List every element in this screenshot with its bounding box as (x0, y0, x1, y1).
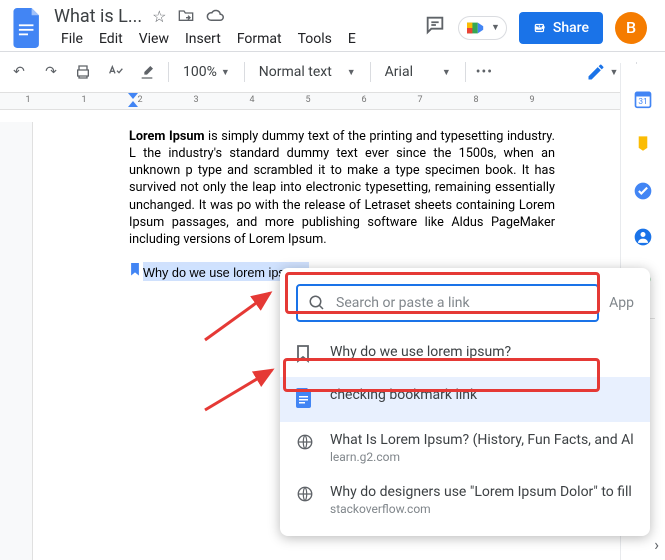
doc-title[interactable]: What is L... (54, 6, 142, 27)
svg-text:31: 31 (638, 97, 647, 107)
link-popup: App Why do we use lorem ipsum? checking … (280, 268, 650, 536)
apply-button[interactable]: App (609, 295, 634, 311)
link-search-box[interactable] (296, 284, 599, 322)
menu-tools[interactable]: Tools (291, 29, 339, 49)
menu-file[interactable]: File (54, 29, 90, 49)
docs-icon (296, 387, 316, 412)
body-paragraph[interactable]: Lorem Ipsum is simply dummy text of the … (129, 128, 555, 248)
avatar[interactable]: B (615, 12, 647, 44)
menu-edit[interactable]: Edit (92, 29, 130, 49)
calendar-icon[interactable]: 31 (632, 88, 654, 110)
spellcheck-button[interactable] (104, 61, 126, 83)
ruler[interactable]: 1 1 2 3 4 5 6 7 8 9 (0, 92, 665, 110)
cloud-icon[interactable] (206, 7, 224, 26)
menu-view[interactable]: View (132, 29, 176, 49)
chevron-down-icon: ▼ (491, 22, 500, 33)
menu-format[interactable]: Format (230, 29, 289, 49)
font-select[interactable]: Arial ▼ (381, 64, 455, 80)
suggestion-web-1[interactable]: What Is Lorem Ipsum? (History, Fun Facts… (280, 422, 650, 474)
bookmark-outline-icon (296, 344, 316, 367)
menu-bar: File Edit View Insert Format Tools E (52, 27, 363, 49)
tasks-icon[interactable] (632, 180, 654, 202)
hide-sidepanel-button[interactable]: › (654, 535, 659, 554)
link-suggestions: Why do we use lorem ipsum? checking book… (280, 334, 650, 536)
menu-extensions[interactable]: E (341, 29, 363, 49)
share-label: Share (553, 20, 589, 36)
style-select[interactable]: Normal text ▼ (255, 64, 360, 80)
meet-button[interactable]: ▼ (458, 16, 507, 40)
undo-button[interactable]: ↶ (8, 61, 30, 83)
suggestion-doc[interactable]: checking bookmark link (280, 377, 650, 422)
search-icon (308, 294, 326, 312)
star-icon[interactable]: ☆ (152, 7, 166, 26)
globe-icon (296, 432, 316, 455)
globe-icon (296, 484, 316, 507)
toolbar: ↶ ↷ 100%▼ Normal text ▼ Arial ▼ ••• ▼ ᐱ (0, 52, 665, 92)
title-area: What is L... ☆ File Edit View Insert For… (52, 6, 363, 49)
docs-logo[interactable] (8, 8, 48, 48)
more-button[interactable]: ••• (476, 64, 493, 80)
bookmark-icon[interactable] (129, 262, 141, 281)
print-button[interactable] (72, 61, 94, 83)
contacts-icon[interactable] (632, 226, 654, 248)
share-button[interactable]: Share (519, 12, 603, 44)
header: What is L... ☆ File Edit View Insert For… (0, 0, 665, 51)
move-icon[interactable] (178, 7, 194, 26)
indent-marker[interactable] (128, 93, 138, 107)
menu-insert[interactable]: Insert (178, 29, 228, 49)
chevron-down-icon: ▼ (610, 67, 619, 78)
suggestion-bookmark[interactable]: Why do we use lorem ipsum? (280, 334, 650, 377)
link-search-input[interactable] (336, 295, 587, 311)
redo-button[interactable]: ↷ (40, 61, 62, 83)
paint-format-button[interactable] (136, 61, 158, 83)
keep-icon[interactable] (632, 134, 654, 156)
comment-history-icon[interactable] (424, 14, 446, 42)
zoom-select[interactable]: 100%▼ (179, 64, 234, 80)
suggestion-web-2[interactable]: Why do designers use "Lorem Ipsum Dolor"… (280, 474, 650, 526)
